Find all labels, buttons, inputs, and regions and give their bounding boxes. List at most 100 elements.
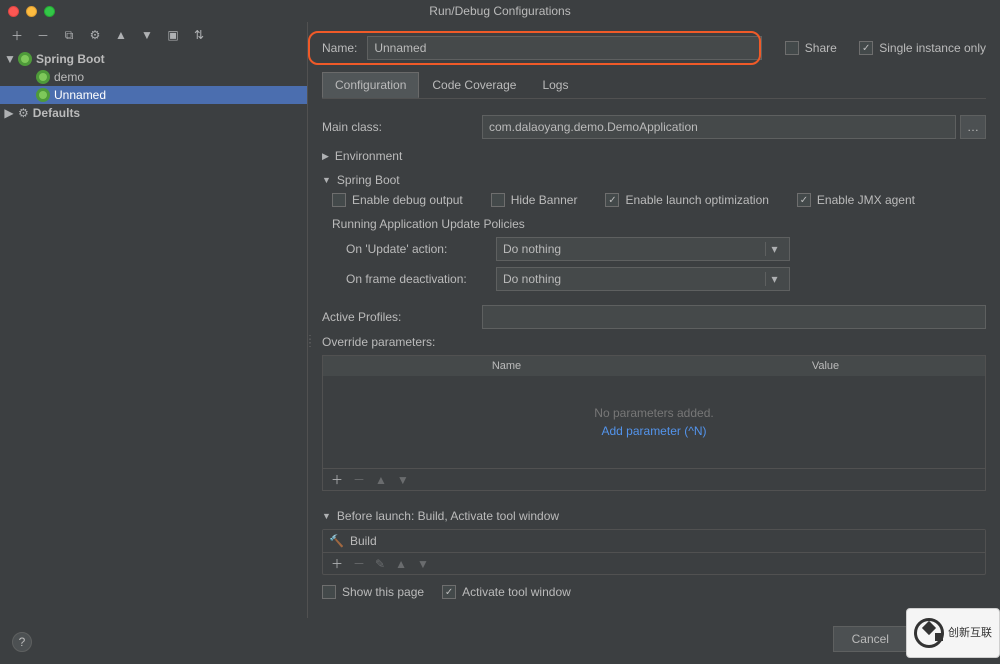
checkbox-icon bbox=[491, 193, 505, 207]
sidebar-toolbar: ＋ － ⧉ ⚙ ▲ ▼ ▣ ⇅ bbox=[0, 22, 307, 48]
show-page-checkbox[interactable]: Show this page bbox=[322, 585, 424, 599]
override-empty-text: No parameters added. bbox=[594, 406, 713, 420]
on-frame-label: On frame deactivation: bbox=[346, 272, 486, 286]
on-update-select[interactable]: Do nothing ▾ bbox=[496, 237, 790, 261]
main-class-input[interactable] bbox=[482, 115, 956, 139]
move-down-icon: ▼ bbox=[417, 557, 429, 571]
enable-jmx-checkbox[interactable]: Enable JMX agent bbox=[797, 193, 915, 207]
watermark-icon bbox=[914, 618, 944, 648]
expand-arrow-icon: ▼ bbox=[4, 52, 14, 66]
spring-boot-label: Spring Boot bbox=[337, 173, 400, 187]
main-class-label: Main class: bbox=[322, 120, 482, 134]
config-tree: ▼ Spring Boot demo Unnamed ▶ ⚙ Defaults bbox=[0, 48, 307, 618]
tabs: Configuration Code Coverage Logs bbox=[322, 72, 986, 99]
task-label: Build bbox=[350, 534, 377, 548]
tree-item-unnamed[interactable]: Unnamed bbox=[0, 86, 307, 104]
checkbox-icon bbox=[605, 193, 619, 207]
add-icon[interactable]: ＋ bbox=[10, 28, 24, 42]
hide-banner-checkbox[interactable]: Hide Banner bbox=[491, 193, 578, 207]
tree-group-defaults[interactable]: ▶ ⚙ Defaults bbox=[0, 104, 307, 122]
before-launch-section[interactable]: ▼ Before launch: Build, Activate tool wi… bbox=[322, 509, 986, 523]
minimize-window-icon[interactable] bbox=[26, 6, 37, 17]
edit-icon: ✎ bbox=[375, 557, 385, 571]
remove-icon: － bbox=[353, 471, 365, 488]
folder-icon[interactable]: ▣ bbox=[166, 28, 180, 42]
checkbox-icon bbox=[332, 193, 346, 207]
maximize-window-icon[interactable] bbox=[44, 6, 55, 17]
override-col-value: Value bbox=[666, 360, 985, 372]
resize-handle-icon[interactable]: ⋮⋮ bbox=[308, 338, 313, 346]
single-instance-checkbox[interactable]: Single instance only bbox=[859, 41, 986, 55]
tree-item-demo[interactable]: demo bbox=[0, 68, 307, 86]
tree-item-label: Unnamed bbox=[54, 88, 106, 102]
checkbox-icon bbox=[859, 41, 873, 55]
tree-group-label: Spring Boot bbox=[36, 52, 105, 66]
expand-arrow-icon: ▼ bbox=[322, 511, 331, 521]
chevron-down-icon: ▾ bbox=[765, 272, 783, 286]
remove-icon[interactable]: － bbox=[36, 28, 50, 42]
on-frame-value: Do nothing bbox=[503, 272, 561, 286]
override-col-name: Name bbox=[347, 360, 666, 372]
collapse-arrow-icon: ▶ bbox=[4, 106, 14, 120]
environment-section[interactable]: ▶ Environment bbox=[322, 149, 986, 163]
spring-icon bbox=[18, 52, 32, 66]
spring-icon bbox=[36, 70, 50, 84]
name-row: Name: Share Single instance only bbox=[322, 36, 986, 60]
tab-configuration[interactable]: Configuration bbox=[322, 72, 419, 98]
active-profiles-label: Active Profiles: bbox=[322, 310, 482, 324]
tree-group-label: Defaults bbox=[33, 106, 80, 120]
sort-icon[interactable]: ⇅ bbox=[192, 28, 206, 42]
enable-launch-label: Enable launch optimization bbox=[625, 193, 768, 207]
name-input[interactable] bbox=[367, 36, 762, 60]
override-table: Name Value No parameters added. Add para… bbox=[322, 355, 986, 491]
single-instance-label: Single instance only bbox=[879, 41, 986, 55]
on-frame-select[interactable]: Do nothing ▾ bbox=[496, 267, 790, 291]
tab-code-coverage[interactable]: Code Coverage bbox=[419, 72, 529, 98]
copy-icon[interactable]: ⧉ bbox=[62, 28, 76, 42]
environment-label: Environment bbox=[335, 149, 402, 163]
show-page-label: Show this page bbox=[342, 585, 424, 599]
active-profiles-input[interactable] bbox=[482, 305, 986, 329]
move-down-icon[interactable]: ▼ bbox=[140, 28, 154, 42]
override-label: Override parameters: bbox=[322, 335, 986, 349]
on-update-value: Do nothing bbox=[503, 242, 561, 256]
enable-launch-checkbox[interactable]: Enable launch optimization bbox=[605, 193, 768, 207]
main-class-row: Main class: … bbox=[322, 115, 986, 139]
activate-tool-label: Activate tool window bbox=[462, 585, 571, 599]
close-window-icon[interactable] bbox=[8, 6, 19, 17]
activate-tool-checkbox[interactable]: Activate tool window bbox=[442, 585, 571, 599]
help-button[interactable]: ? bbox=[12, 632, 32, 652]
tree-group-spring-boot[interactable]: ▼ Spring Boot bbox=[0, 50, 307, 68]
settings-icon[interactable]: ⚙ bbox=[88, 28, 102, 42]
add-parameter-link[interactable]: Add parameter (^N) bbox=[601, 424, 706, 438]
hammer-icon: 🔨 bbox=[329, 534, 344, 548]
move-down-icon: ▼ bbox=[397, 473, 409, 487]
enable-debug-checkbox[interactable]: Enable debug output bbox=[332, 193, 463, 207]
task-row-build[interactable]: 🔨 Build bbox=[323, 530, 985, 552]
add-icon[interactable]: ＋ bbox=[331, 555, 343, 572]
move-up-icon[interactable]: ▲ bbox=[114, 28, 128, 42]
expand-arrow-icon: ▼ bbox=[322, 175, 331, 185]
checkbox-icon bbox=[442, 585, 456, 599]
share-checkbox[interactable]: Share bbox=[785, 41, 837, 55]
policies-heading: Running Application Update Policies bbox=[332, 217, 986, 231]
checkbox-icon bbox=[797, 193, 811, 207]
watermark-logo: 创新互联 bbox=[906, 608, 1000, 658]
window-controls bbox=[8, 6, 55, 17]
spring-boot-section[interactable]: ▼ Spring Boot bbox=[322, 173, 986, 187]
content-area: ⋮⋮ Name: Share Single instance only Conf… bbox=[308, 22, 1000, 618]
browse-class-button[interactable]: … bbox=[960, 115, 986, 139]
hide-banner-label: Hide Banner bbox=[511, 193, 578, 207]
before-launch-tasks: 🔨 Build ＋ － ✎ ▲ ▼ bbox=[322, 529, 986, 575]
sidebar: ＋ － ⧉ ⚙ ▲ ▼ ▣ ⇅ ▼ Spring Boot demo Unnam… bbox=[0, 22, 308, 618]
checkbox-icon bbox=[785, 41, 799, 55]
name-label: Name: bbox=[322, 41, 357, 55]
titlebar: Run/Debug Configurations bbox=[0, 0, 1000, 22]
add-icon[interactable]: ＋ bbox=[331, 471, 343, 488]
spring-icon bbox=[36, 88, 50, 102]
remove-icon: － bbox=[353, 555, 365, 572]
enable-debug-label: Enable debug output bbox=[352, 193, 463, 207]
cancel-button[interactable]: Cancel bbox=[833, 626, 908, 652]
tab-logs[interactable]: Logs bbox=[529, 72, 581, 98]
chevron-down-icon: ▾ bbox=[765, 242, 783, 256]
